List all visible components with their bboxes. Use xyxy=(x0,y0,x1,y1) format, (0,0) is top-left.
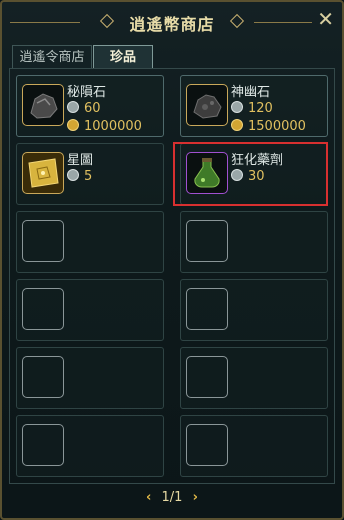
title-bar: 逍遙幣商店 ✕ xyxy=(2,2,342,42)
item-quantity: 120 xyxy=(248,101,273,116)
item-quantity-row: 5 xyxy=(67,169,92,184)
empty-slot[interactable] xyxy=(180,415,328,477)
empty-slot-frame xyxy=(186,220,228,262)
title-diamond-left xyxy=(99,13,115,29)
tab-xiaoyao-token-shop[interactable]: 逍遙令商店 xyxy=(12,45,92,68)
empty-slot-frame xyxy=(186,356,228,398)
item-name: 神幽石 xyxy=(231,85,271,100)
empty-slot[interactable] xyxy=(16,211,164,273)
empty-slot-frame xyxy=(22,220,64,262)
title-line-left xyxy=(10,22,80,23)
coin-icon xyxy=(231,119,243,131)
empty-slot-frame xyxy=(186,424,228,466)
item-quantity-row: 60 xyxy=(67,101,101,116)
empty-slot[interactable] xyxy=(16,415,164,477)
quantity-icon xyxy=(67,169,79,181)
tab-treasures[interactable]: 珍品 xyxy=(93,45,153,68)
title-diamond-right xyxy=(229,13,245,29)
empty-slot-frame xyxy=(22,356,64,398)
shop-window: 逍遙幣商店 ✕ 逍遙令商店 珍品 秘隕石 60 1000000 神幽石 120 … xyxy=(0,0,344,520)
item-quantity: 5 xyxy=(84,169,93,184)
item-price-row: 1000000 xyxy=(67,119,142,134)
item-price: 1500000 xyxy=(248,119,306,134)
page-indicator: 1/1 xyxy=(161,490,183,505)
selection-highlight xyxy=(173,142,328,206)
next-page-button[interactable]: › xyxy=(193,490,198,505)
item-name: 星圖 xyxy=(67,153,94,168)
empty-slot[interactable] xyxy=(16,279,164,341)
close-icon[interactable]: ✕ xyxy=(317,7,334,31)
empty-slot[interactable] xyxy=(16,347,164,409)
shop-item-slot[interactable]: 星圖 5 xyxy=(16,143,164,205)
empty-slot[interactable] xyxy=(180,347,328,409)
meteorite-icon xyxy=(22,84,64,126)
empty-slot-frame xyxy=(186,288,228,330)
quantity-icon xyxy=(67,101,79,113)
star-map-icon xyxy=(22,152,64,194)
prev-page-button[interactable]: ‹ xyxy=(146,490,151,505)
title-line-right xyxy=(254,22,312,23)
item-price-row: 1500000 xyxy=(231,119,306,134)
shop-item-slot[interactable]: 秘隕石 60 1000000 xyxy=(16,75,164,137)
empty-slot[interactable] xyxy=(180,279,328,341)
item-quantity: 60 xyxy=(84,101,101,116)
empty-slot-frame xyxy=(22,424,64,466)
empty-slot-frame xyxy=(22,288,64,330)
pagination: ‹ 1/1 › xyxy=(2,490,342,505)
quantity-icon xyxy=(231,101,243,113)
shop-item-slot[interactable]: 神幽石 120 1500000 xyxy=(180,75,328,137)
item-quantity-row: 120 xyxy=(231,101,273,116)
item-price: 1000000 xyxy=(84,119,142,134)
window-title: 逍遙幣商店 xyxy=(129,15,215,34)
item-name: 秘隕石 xyxy=(67,85,107,100)
empty-slot[interactable] xyxy=(180,211,328,273)
dark-stone-icon xyxy=(186,84,228,126)
item-grid: 秘隕石 60 1000000 神幽石 120 1500000 星圖 5 狂化藥劑 xyxy=(9,68,335,484)
coin-icon xyxy=(67,119,79,131)
